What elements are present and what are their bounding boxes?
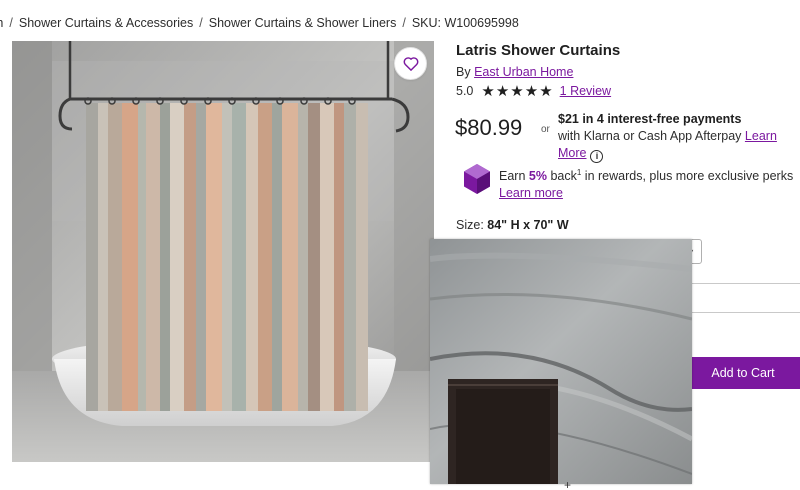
installment-text: with Klarna or Cash App Afterpay — [558, 129, 742, 143]
heart-icon — [403, 57, 418, 71]
zoomed-marble-detail — [430, 239, 692, 484]
breadcrumb-separator: / — [9, 16, 13, 30]
shower-curtain-photo — [12, 41, 434, 462]
add-to-cart-button[interactable]: Add to Cart — [690, 357, 800, 389]
star-icon: ★ — [510, 82, 524, 100]
brand-link[interactable]: East Urban Home — [474, 65, 573, 79]
rewards-footnote: 1 — [576, 168, 582, 177]
size-value: 84" H x 70" W — [487, 218, 569, 232]
breadcrumb-separator: / — [402, 16, 406, 30]
sku-label: SKU: W100695998 — [411, 16, 519, 30]
rewards-info: Earn 5% back1 in rewards, plus more excl… — [499, 164, 793, 202]
breadcrumb-link-bath[interactable]: ath — [0, 16, 3, 30]
rewards-earn-text: Earn — [499, 169, 526, 184]
breadcrumb-separator: / — [199, 16, 203, 30]
rewards-learn-more-link[interactable]: Learn more — [499, 186, 563, 200]
rating-row: 5.0 ★ ★ ★ ★ ★ 1 Review — [456, 83, 611, 99]
by-prefix: By — [456, 65, 471, 79]
brand-byline: By East Urban Home — [456, 65, 573, 79]
star-icon: ★ — [495, 82, 510, 100]
image-zoom-overlay — [430, 239, 692, 484]
rewards-percent: 5% — [528, 169, 547, 184]
star-rating: ★ ★ ★ ★ ★ — [481, 84, 553, 99]
rewards-back-text: back — [550, 169, 577, 184]
breadcrumb: ath / Shower Curtains & Accessories / Sh… — [0, 14, 519, 32]
rewards-rest-text: in rewards, plus more exclusive perks — [584, 169, 794, 184]
rating-value: 5.0 — [456, 84, 474, 98]
breadcrumb-link-shower-curtains-liners[interactable]: Shower Curtains & Shower Liners — [209, 16, 397, 30]
reviews-link[interactable]: 1 Review — [560, 84, 611, 98]
info-icon[interactable]: i — [590, 150, 604, 163]
star-icon: ★ — [524, 82, 539, 100]
star-icon: ★ — [481, 82, 495, 100]
rewards-cube-icon — [464, 164, 490, 194]
star-icon: ★ — [539, 82, 553, 100]
plus-icon: + — [564, 478, 572, 490]
size-label: Size: 84" H x 70" W — [456, 218, 569, 232]
breadcrumb-link-shower-curtains-accessories[interactable]: Shower Curtains & Accessories — [19, 16, 193, 30]
favorite-button[interactable] — [394, 47, 427, 80]
price: $80.99 — [455, 115, 523, 140]
price-or-text: or — [541, 124, 550, 135]
product-title: Latris Shower Curtains — [456, 42, 621, 59]
size-label-text: Size: — [456, 218, 484, 232]
installment-amount: $21 in 4 interest-free payments — [558, 112, 742, 126]
product-image[interactable] — [12, 41, 434, 462]
installment-info: $21 in 4 interest-free payments with Kla… — [558, 111, 800, 163]
